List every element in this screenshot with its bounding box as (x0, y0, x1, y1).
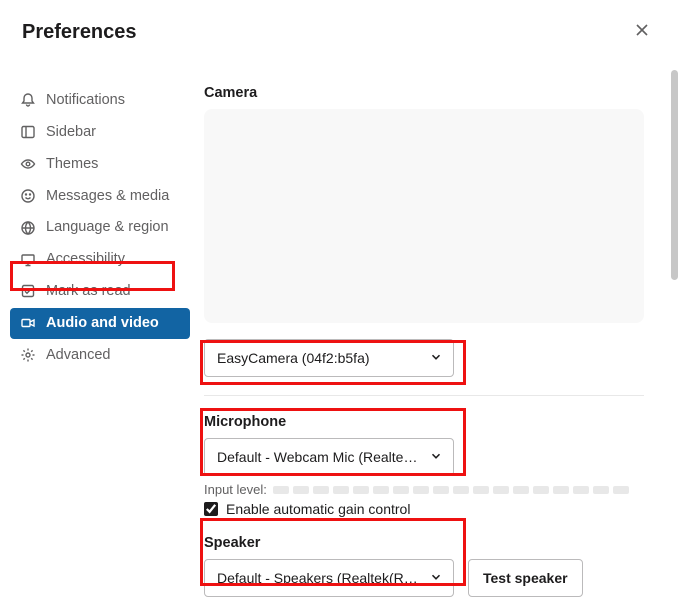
microphone-select-value: Default - Webcam Mic (Realtek(R) A… (217, 449, 421, 465)
speaker-select-value: Default - Speakers (Realtek(R) Audio) (217, 570, 421, 586)
sidebar-item-advanced[interactable]: Advanced (10, 340, 190, 371)
microphone-label: Microphone (204, 414, 662, 430)
page-title: Preferences (22, 21, 137, 44)
sidebar-item-label: Audio and video (46, 314, 159, 333)
video-icon (20, 315, 36, 331)
scrollbar[interactable] (671, 70, 678, 280)
sidebar-item-label: Advanced (46, 346, 111, 365)
gear-icon (20, 347, 36, 363)
test-speaker-button[interactable]: Test speaker (468, 559, 583, 597)
desktop-icon (20, 252, 36, 268)
sidebar-item-label: Notifications (46, 91, 125, 110)
sidebar-item-label: Sidebar (46, 123, 96, 142)
input-level-meter (273, 486, 629, 494)
sidebar-item-label: Mark as read (46, 282, 131, 301)
sidebar-item-sidebar[interactable]: Sidebar (10, 117, 190, 148)
speaker-label: Speaker (204, 535, 662, 551)
chevron-down-icon (429, 449, 443, 466)
camera-label: Camera (204, 85, 662, 101)
speaker-select[interactable]: Default - Speakers (Realtek(R) Audio) (204, 559, 454, 597)
section-divider (204, 395, 644, 396)
chevron-down-icon (429, 570, 443, 587)
preferences-sidebar: Notifications Sidebar Themes Messages & … (0, 61, 190, 599)
input-level-row: Input level: (204, 482, 662, 497)
camera-preview (204, 109, 644, 323)
gain-control-row[interactable]: Enable automatic gain control (204, 501, 662, 517)
sidebar-item-language[interactable]: Language & region (10, 212, 190, 243)
sidebar-item-markasread[interactable]: Mark as read (10, 276, 190, 307)
microphone-select[interactable]: Default - Webcam Mic (Realtek(R) A… (204, 438, 454, 476)
sidebar-item-label: Language & region (46, 218, 169, 237)
sidebar-item-label: Messages & media (46, 187, 169, 206)
sidebar-item-label: Themes (46, 155, 98, 174)
sidebar-icon (20, 124, 36, 140)
close-button[interactable] (626, 18, 658, 47)
preferences-header: Preferences (0, 0, 680, 61)
eye-icon (20, 156, 36, 172)
sidebar-item-messages[interactable]: Messages & media (10, 181, 190, 212)
input-level-label: Input level: (204, 482, 267, 497)
sidebar-item-label: Accessibility (46, 250, 125, 269)
camera-select[interactable]: EasyCamera (04f2:b5fa) (204, 339, 454, 377)
sidebar-item-notifications[interactable]: Notifications (10, 85, 190, 116)
chevron-down-icon (429, 350, 443, 367)
close-icon (634, 22, 650, 42)
sidebar-item-themes[interactable]: Themes (10, 149, 190, 180)
camera-select-value: EasyCamera (04f2:b5fa) (217, 350, 370, 366)
gain-control-checkbox[interactable] (204, 502, 218, 516)
check-icon (20, 283, 36, 299)
sidebar-item-audiovideo[interactable]: Audio and video (10, 308, 190, 339)
gain-control-label: Enable automatic gain control (226, 501, 410, 517)
bell-icon (20, 92, 36, 108)
globe-icon (20, 220, 36, 236)
smile-icon (20, 188, 36, 204)
sidebar-item-accessibility[interactable]: Accessibility (10, 244, 190, 275)
preferences-content: Camera EasyCamera (04f2:b5fa) Microphone… (190, 61, 680, 599)
